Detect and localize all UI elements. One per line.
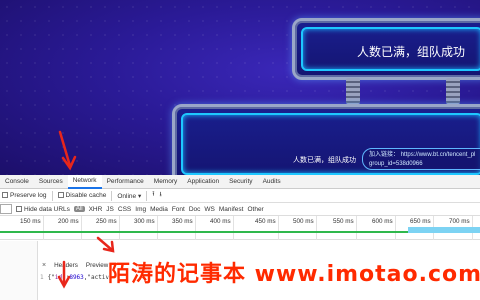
join-group: group_id=538d0966 bbox=[369, 161, 423, 167]
timeline-tick: 300 ms bbox=[134, 216, 158, 240]
timeline-tick: 450 ms bbox=[255, 216, 279, 240]
devtools-tab-bar: Console Sources Network Performance Memo… bbox=[0, 174, 480, 189]
network-toolbar: Preserve log Disable cache Online ▾ ⭱ ⭳ bbox=[0, 189, 480, 203]
json-value-id: 8963 bbox=[69, 274, 84, 281]
timeline-tick: 350 ms bbox=[172, 216, 196, 240]
tab-performance[interactable]: Performance bbox=[102, 175, 149, 189]
join-url[interactable]: https://www.bt.cn/tencent_pl bbox=[401, 152, 476, 158]
filter-toolbar: Hide data URLs All XHR JS CSS Img Media … bbox=[0, 203, 480, 216]
filter-doc[interactable]: Doc bbox=[189, 206, 201, 213]
tab-headers[interactable]: Headers bbox=[50, 262, 82, 269]
sign-post-right bbox=[446, 78, 460, 104]
timeline-tick: 600 ms bbox=[372, 216, 396, 240]
join-label: 加入链接： bbox=[369, 152, 400, 158]
close-icon[interactable]: × bbox=[38, 262, 50, 269]
chevron-down-icon: ▾ bbox=[137, 192, 142, 200]
tab-sources[interactable]: Sources bbox=[34, 175, 68, 189]
filter-other[interactable]: Other bbox=[247, 206, 263, 213]
sign-top-text: 人数已满，组队成功 bbox=[357, 45, 466, 59]
line-number: 1 bbox=[40, 274, 44, 281]
timeline-response-bar bbox=[408, 227, 480, 233]
filter-css[interactable]: CSS bbox=[118, 206, 131, 213]
filter-img[interactable]: Img bbox=[135, 206, 146, 213]
tab-application[interactable]: Application bbox=[182, 175, 224, 189]
divider bbox=[51, 190, 53, 201]
download-icon: ⭳ bbox=[159, 191, 162, 198]
preserve-log-checkbox[interactable]: Preserve log bbox=[2, 192, 47, 199]
tab-security[interactable]: Security bbox=[224, 175, 257, 189]
filter-ws[interactable]: WS bbox=[204, 206, 214, 213]
tab-memory[interactable]: Memory bbox=[149, 175, 182, 189]
filter-xhr[interactable]: XHR bbox=[89, 206, 103, 213]
tab-network[interactable]: Network bbox=[67, 174, 102, 189]
divider bbox=[111, 190, 113, 201]
request-name-column bbox=[0, 241, 38, 300]
disable-cache-label: Disable cache bbox=[65, 192, 107, 199]
checkbox-icon bbox=[2, 192, 8, 199]
filter-font[interactable]: Font bbox=[172, 206, 185, 213]
timeline-tick: 550 ms bbox=[333, 216, 357, 240]
throttling-value: Online bbox=[117, 192, 137, 200]
timeline-tick: 650 ms bbox=[410, 216, 434, 240]
filter-js[interactable]: JS bbox=[106, 206, 114, 213]
export-har-button[interactable]: ⭳ bbox=[159, 190, 161, 201]
preserve-log-label: Preserve log bbox=[10, 192, 47, 199]
detail-tab-bar: × Headers Preview bbox=[38, 259, 112, 271]
filter-manifest[interactable]: Manifest bbox=[219, 206, 244, 213]
import-har-button[interactable]: ⭱ bbox=[152, 190, 154, 201]
filter-media[interactable]: Media bbox=[150, 206, 168, 213]
sign-bottom-text: 人数已满，组队成功 bbox=[293, 156, 356, 164]
filter-input[interactable] bbox=[0, 204, 12, 214]
join-link-box[interactable]: 加入链接： https://www.bt.cn/tencent_pl group… bbox=[362, 148, 480, 170]
checkbox-icon bbox=[57, 192, 64, 199]
sign-post-left bbox=[346, 78, 360, 104]
json-key-id: id bbox=[54, 274, 63, 281]
disable-cache-checkbox[interactable]: Disable cache bbox=[57, 192, 107, 199]
timeline-tick: 200 ms bbox=[58, 216, 82, 240]
json-brace: {" bbox=[47, 274, 55, 281]
team-status-sign-top: 人数已满，组队成功 bbox=[292, 18, 480, 80]
hide-data-urls-checkbox[interactable]: Hide data URLs bbox=[16, 206, 70, 213]
throttling-select[interactable]: Online ▾ bbox=[117, 192, 141, 200]
network-timeline[interactable]: 150 ms 200 ms 250 ms 300 ms 350 ms 400 m… bbox=[0, 216, 480, 240]
hide-data-urls-label: Hide data URLs bbox=[24, 205, 70, 213]
game-banner: 人数已满，组队成功 人数已满，组队成功 加入链接： https://www.bt… bbox=[0, 0, 480, 175]
timeline-tick: 500 ms bbox=[293, 216, 317, 240]
timeline-tick: 250 ms bbox=[96, 216, 120, 240]
checkbox-icon bbox=[16, 205, 22, 212]
tab-console[interactable]: Console bbox=[0, 175, 34, 189]
watermark-text: 陌涛的记事本 www.imotao.com bbox=[108, 262, 480, 287]
json-rest: ,"activ bbox=[83, 274, 110, 281]
filter-all[interactable]: All bbox=[73, 206, 85, 212]
timeline-tick: 700 ms bbox=[449, 216, 473, 240]
timeline-tick: 150 ms bbox=[20, 216, 44, 240]
timeline-tick: 400 ms bbox=[210, 216, 234, 240]
divider bbox=[146, 190, 148, 201]
upload-icon: ⭱ bbox=[152, 191, 155, 198]
response-json-line: 1 {"id":8963,"activ bbox=[40, 274, 109, 281]
tab-audits[interactable]: Audits bbox=[258, 175, 286, 189]
